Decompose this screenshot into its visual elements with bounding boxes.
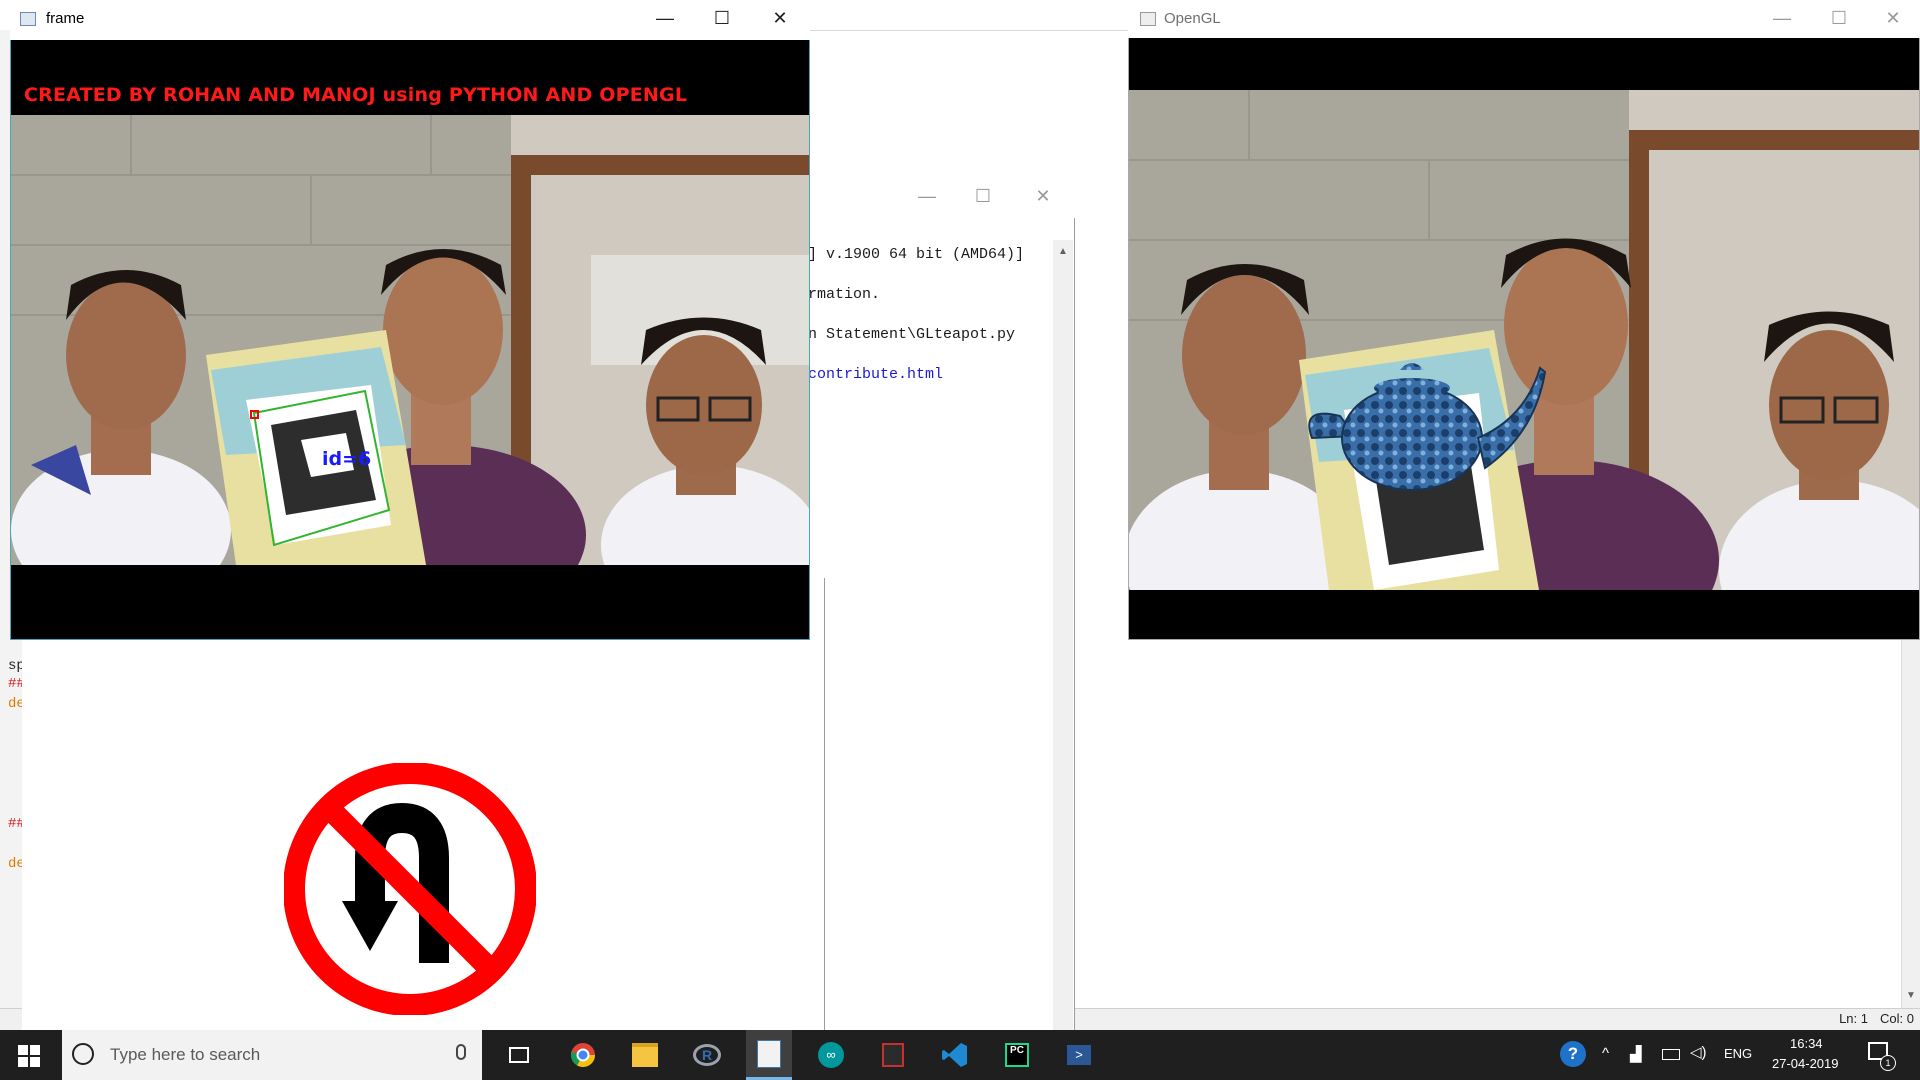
minimize-icon[interactable]: —	[1767, 8, 1797, 29]
window-app-icon	[1140, 12, 1156, 26]
shell-scrollbar[interactable]: ▲	[1053, 240, 1073, 1030]
status-column-number: Col: 0	[1880, 1011, 1914, 1026]
taskbar-clock-date[interactable]: 27-04-2019	[1772, 1056, 1839, 1071]
ms-app-icon[interactable]	[870, 1030, 916, 1080]
maximize-icon[interactable]: ☐	[968, 186, 998, 207]
pycharm-icon[interactable]: PC	[994, 1030, 1040, 1080]
scroll-up-arrow-icon[interactable]: ▲	[1053, 246, 1073, 257]
marker-id-label: id=6	[322, 448, 372, 470]
minimize-icon[interactable]: —	[912, 186, 942, 207]
file-explorer-icon[interactable]	[622, 1030, 668, 1080]
close-icon[interactable]: ✕	[1028, 186, 1058, 207]
shell-titlebar: — ☐ ✕	[805, 178, 1075, 218]
scroll-down-arrow-icon[interactable]: ▼	[1902, 990, 1920, 1001]
powershell-icon[interactable]: >	[1056, 1030, 1102, 1080]
status-line-number: Ln: 1	[1839, 1011, 1868, 1026]
taskbar-clock-time[interactable]: 16:34	[1790, 1036, 1823, 1051]
opengl-window-title: OpenGL	[1164, 10, 1221, 27]
maximize-icon[interactable]: ☐	[1824, 8, 1854, 29]
maximize-icon[interactable]: ☐	[707, 8, 737, 29]
arduino-icon[interactable]: ∞	[808, 1030, 854, 1080]
camera-frame-image	[11, 115, 809, 565]
shell-link-line[interactable]: contribute.html	[808, 366, 943, 383]
network-icon[interactable]: ▟	[1630, 1045, 1642, 1063]
battery-icon[interactable]	[1662, 1049, 1680, 1060]
close-icon[interactable]: ✕	[765, 8, 795, 29]
sign-image-window	[22, 578, 825, 1030]
frame-window-title: frame	[46, 10, 85, 27]
python-idle-icon[interactable]	[746, 1030, 792, 1080]
python-shell-window[interactable]	[805, 178, 1075, 1032]
search-placeholder: Type here to search	[110, 1045, 261, 1064]
windows-start-icon[interactable]	[18, 1045, 40, 1072]
volume-icon[interactable]: ◁)	[1690, 1043, 1707, 1061]
no-u-turn-sign-icon	[284, 763, 536, 1015]
r-language-icon[interactable]: R	[684, 1030, 730, 1080]
cortana-icon[interactable]	[72, 1043, 94, 1065]
shell-output-line: ] v.1900 64 bit (AMD64)]	[808, 246, 1025, 263]
help-icon[interactable]: ?	[1560, 1041, 1586, 1067]
close-icon[interactable]: ✕	[1878, 8, 1908, 29]
minimize-icon[interactable]: —	[650, 8, 680, 29]
opengl-titlebar[interactable]: — ☐ ✕	[1128, 0, 1920, 38]
vscode-icon[interactable]	[932, 1030, 978, 1080]
microphone-icon[interactable]	[456, 1044, 466, 1060]
opengl-render-view	[1129, 90, 1919, 590]
shell-output-line: rmation.	[808, 286, 881, 303]
teapot-3d-model	[1308, 363, 1547, 491]
task-view-icon[interactable]	[496, 1030, 542, 1080]
frame-caption-text: CREATED BY ROHAN AND MANOJ using PYTHON …	[24, 84, 688, 106]
window-app-icon	[20, 12, 36, 26]
chrome-icon[interactable]	[560, 1030, 606, 1080]
language-indicator[interactable]: ENG	[1724, 1046, 1752, 1061]
shell-output-line: n Statement\GLteapot.py	[808, 326, 1016, 343]
notification-count-badge: 1	[1880, 1055, 1896, 1071]
frame-titlebar[interactable]: — ☐ ✕	[10, 0, 810, 40]
tray-chevron-icon[interactable]: ^	[1602, 1045, 1609, 1062]
